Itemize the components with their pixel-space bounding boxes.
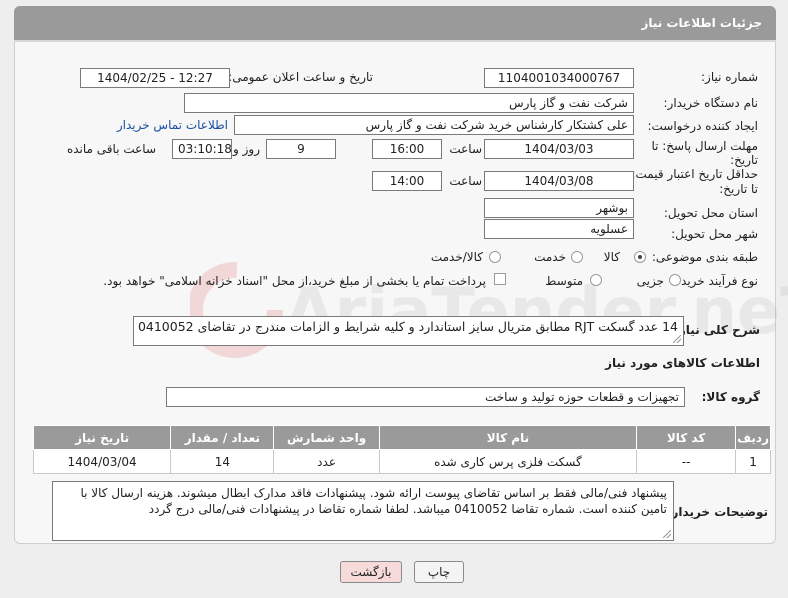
category-option-service: خدمت — [534, 250, 566, 264]
treasury-note: پرداخت تمام یا بخشی از مبلغ خرید،از محل … — [103, 274, 486, 288]
remaining-time-field[interactable]: 03:10:18 — [172, 139, 232, 159]
goods-table: ردیف کد کالا نام کالا واحد شمارش تعداد /… — [32, 425, 771, 474]
resize-grip-icon[interactable] — [663, 530, 671, 538]
cell-quantity: 14 — [170, 449, 275, 474]
buyer-notes-text: پیشنهاد فنی/مالی فقط بر اساس تقاضای پیوس… — [80, 486, 668, 516]
treasury-checkbox[interactable] — [494, 273, 506, 285]
goods-info-title: اطلاعات کالاهای مورد نیاز — [605, 356, 760, 370]
table-row[interactable]: 1 -- گسکت فلزی پرس کاری شده عدد 14 1404/… — [32, 449, 771, 474]
col-header-quantity: تعداد / مقدار — [170, 425, 275, 450]
goods-group-field[interactable]: تجهیزات و قطعات حوزه تولید و ساخت — [166, 387, 685, 407]
col-header-date: تاریخ نیاز — [32, 425, 172, 450]
process-radio-minor[interactable] — [669, 274, 681, 286]
deadline-time-label: ساعت — [449, 142, 482, 156]
cell-unit: عدد — [273, 449, 380, 474]
process-option-medium: متوسط — [545, 274, 583, 288]
creator-label: ایجاد کننده درخواست: — [647, 119, 758, 133]
days-label: روز و — [233, 142, 260, 156]
validity-time-field[interactable]: 14:00 — [372, 171, 442, 191]
days-remaining-field[interactable]: 9 — [266, 139, 336, 159]
deadline-label-1: مهلت ارسال پاسخ: تا — [651, 139, 758, 153]
panel-header: جزئیات اطلاعات نیاز — [14, 6, 776, 42]
resize-grip-icon[interactable] — [673, 335, 681, 343]
back-button[interactable]: بازگشت — [340, 561, 402, 583]
category-option-goods-service: کالا/خدمت — [430, 250, 483, 264]
description-field[interactable]: 14 عدد گسکت RJT مطابق متریال سایز استاند… — [133, 316, 684, 346]
col-header-code: کد کالا — [636, 425, 737, 450]
validity-time-label: ساعت — [449, 174, 482, 188]
description-text: 14 عدد گسکت RJT مطابق متریال سایز استاند… — [134, 319, 678, 334]
creator-field[interactable]: علی کشتکار کارشناس خرید شرکت نفت و گاز پ… — [234, 115, 634, 135]
city-field[interactable]: عسلویه — [484, 219, 634, 239]
col-header-unit: واحد شمارش — [273, 425, 380, 450]
cell-row-number: 1 — [735, 449, 771, 474]
category-radio-service[interactable] — [571, 251, 583, 263]
remaining-time-label: ساعت باقی مانده — [66, 142, 156, 156]
goods-group-label: گروه کالا: — [701, 390, 760, 404]
buyer-org-label: نام دستگاه خریدار: — [663, 96, 759, 110]
col-header-row-number: ردیف — [735, 425, 771, 450]
validity-label-1: حداقل تاریخ اعتبار قیمت: — [631, 167, 758, 181]
need-number-label: شماره نیاز: — [701, 70, 758, 84]
buyer-notes-field[interactable]: پیشنهاد فنی/مالی فقط بر اساس تقاضای پیوس… — [52, 481, 674, 541]
panel-title: جزئیات اطلاعات نیاز — [641, 16, 762, 30]
deadline-label-2: تاریخ: — [730, 153, 758, 167]
category-option-goods: کالا — [603, 250, 620, 264]
need-number-field[interactable]: 1104001034000767 — [484, 68, 634, 88]
buyer-notes-label: توضیحات خریدار: — [666, 505, 768, 519]
validity-date-field[interactable]: 1404/03/08 — [484, 171, 634, 191]
deadline-time-field[interactable]: 16:00 — [372, 139, 442, 159]
table-header-row: ردیف کد کالا نام کالا واحد شمارش تعداد /… — [32, 425, 771, 450]
category-radio-goods[interactable] — [634, 251, 646, 263]
contact-info-link[interactable]: اطلاعات تماس خریدار — [117, 118, 228, 132]
process-radio-medium[interactable] — [590, 274, 602, 286]
category-radio-goods-service[interactable] — [489, 251, 501, 263]
announce-label: تاریخ و ساعت اعلان عمومی: — [228, 70, 373, 84]
announce-datetime-field[interactable]: 1404/02/25 - 12:27 — [80, 68, 230, 88]
cell-date: 1404/03/04 — [32, 449, 172, 474]
process-option-minor: جزیی — [636, 274, 664, 288]
deadline-date-field[interactable]: 1404/03/03 — [484, 139, 634, 159]
category-label: طبقه بندی موضوعی: — [651, 250, 758, 264]
province-field[interactable]: بوشهر — [484, 198, 634, 218]
validity-label-2: تا تاریخ: — [719, 182, 758, 196]
print-button[interactable]: چاپ — [414, 561, 464, 583]
description-label: شرح کلی نیاز: — [674, 323, 760, 337]
buyer-org-field[interactable]: شرکت نفت و گاز پارس — [184, 93, 634, 113]
col-header-name: نام کالا — [378, 425, 638, 450]
cell-name: گسکت فلزی پرس کاری شده — [378, 449, 638, 474]
process-label: نوع فرآیند خرید : — [673, 274, 758, 288]
cell-code: -- — [636, 449, 737, 474]
province-label: استان محل تحویل: — [663, 206, 758, 220]
city-label: شهر محل تحویل: — [671, 227, 758, 241]
